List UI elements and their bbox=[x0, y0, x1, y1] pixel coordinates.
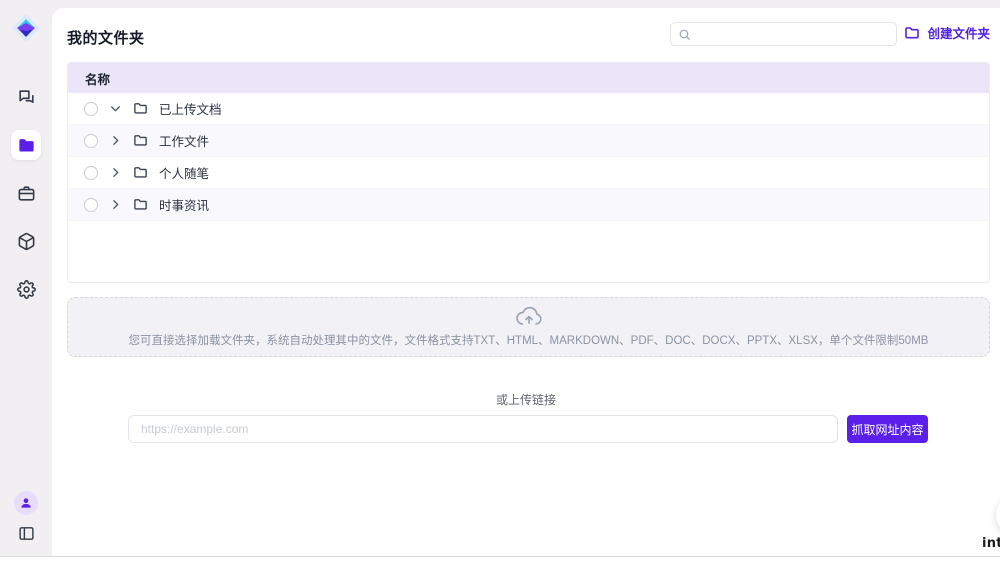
sidebar-item-folders[interactable] bbox=[11, 130, 41, 160]
table-row[interactable]: 时事资讯 bbox=[68, 189, 989, 221]
table-header-name: 名称 bbox=[68, 63, 989, 93]
upload-hint-text: 您可直接选择加载文件夹，系统自动处理其中的文件，文件格式支持TXT、HTML、M… bbox=[129, 332, 929, 348]
chevron-right-icon[interactable] bbox=[109, 134, 122, 147]
page-title: 我的文件夹 bbox=[67, 27, 145, 48]
folder-name: 已上传文档 bbox=[159, 99, 222, 118]
briefcase-icon bbox=[17, 184, 36, 203]
table-row[interactable]: 工作文件 bbox=[68, 125, 989, 157]
chevron-down-icon[interactable] bbox=[109, 102, 122, 115]
search-input[interactable] bbox=[696, 28, 889, 40]
folder-icon bbox=[133, 133, 148, 148]
app-background: 我的文件夹 创建文件夹 bbox=[0, 0, 1000, 556]
chevron-right-icon[interactable] bbox=[109, 198, 122, 211]
folder-table: 名称 已上传文档 工作文件 bbox=[67, 62, 990, 283]
app-logo-icon[interactable] bbox=[10, 12, 42, 44]
folder-icon bbox=[133, 197, 148, 212]
sidebar-item-workspace[interactable] bbox=[11, 178, 41, 208]
main-panel: 我的文件夹 创建文件夹 bbox=[52, 8, 1000, 556]
create-folder-button[interactable]: 创建文件夹 bbox=[904, 23, 990, 42]
search-box bbox=[670, 22, 897, 46]
folder-name: 时事资讯 bbox=[159, 195, 209, 214]
sidebar-item-settings[interactable] bbox=[11, 274, 41, 304]
row-checkbox[interactable] bbox=[84, 134, 98, 148]
account-avatar[interactable] bbox=[14, 491, 38, 515]
sidebar-item-apps[interactable] bbox=[11, 226, 41, 256]
create-folder-icon bbox=[904, 25, 920, 41]
or-upload-link-label: 或上传链接 bbox=[52, 391, 1000, 408]
intel-wordmark: intel bbox=[982, 536, 1000, 551]
panel-layout-icon bbox=[18, 525, 35, 542]
table-row[interactable]: 个人随笔 bbox=[68, 157, 989, 189]
sidebar-nav bbox=[11, 82, 41, 304]
chevron-right-icon[interactable] bbox=[109, 166, 122, 179]
row-checkbox[interactable] bbox=[84, 102, 98, 116]
folder-name: 个人随笔 bbox=[159, 163, 209, 182]
url-upload-row: 抓取网址内容 bbox=[128, 415, 928, 443]
upload-dropzone[interactable]: 您可直接选择加载文件夹，系统自动处理其中的文件，文件格式支持TXT、HTML、M… bbox=[67, 297, 990, 357]
folder-name: 工作文件 bbox=[159, 131, 209, 150]
window-bottom-divider bbox=[0, 556, 1000, 557]
user-icon bbox=[19, 496, 33, 510]
cloud-upload-icon bbox=[516, 306, 542, 328]
gear-icon bbox=[17, 280, 36, 299]
folder-icon bbox=[133, 165, 148, 180]
table-row[interactable]: 已上传文档 bbox=[68, 93, 989, 125]
page-header: 我的文件夹 创建文件夹 bbox=[52, 8, 1000, 64]
panel-toggle-button[interactable] bbox=[18, 525, 35, 542]
intel-core-logo: intel core ultra bbox=[982, 535, 1000, 569]
chat-icon bbox=[17, 88, 36, 107]
row-checkbox[interactable] bbox=[84, 166, 98, 180]
search-icon bbox=[678, 28, 691, 41]
create-folder-label: 创建文件夹 bbox=[927, 23, 990, 42]
fetch-url-button[interactable]: 抓取网址内容 bbox=[847, 415, 928, 443]
row-checkbox[interactable] bbox=[84, 198, 98, 212]
url-input[interactable] bbox=[128, 415, 838, 443]
folder-icon bbox=[17, 136, 36, 155]
download-fab-button[interactable] bbox=[996, 495, 1000, 535]
folder-icon bbox=[133, 101, 148, 116]
sidebar-bottom bbox=[14, 491, 38, 542]
sidebar bbox=[0, 0, 52, 556]
sidebar-item-chat[interactable] bbox=[11, 82, 41, 112]
box-icon bbox=[17, 232, 36, 251]
